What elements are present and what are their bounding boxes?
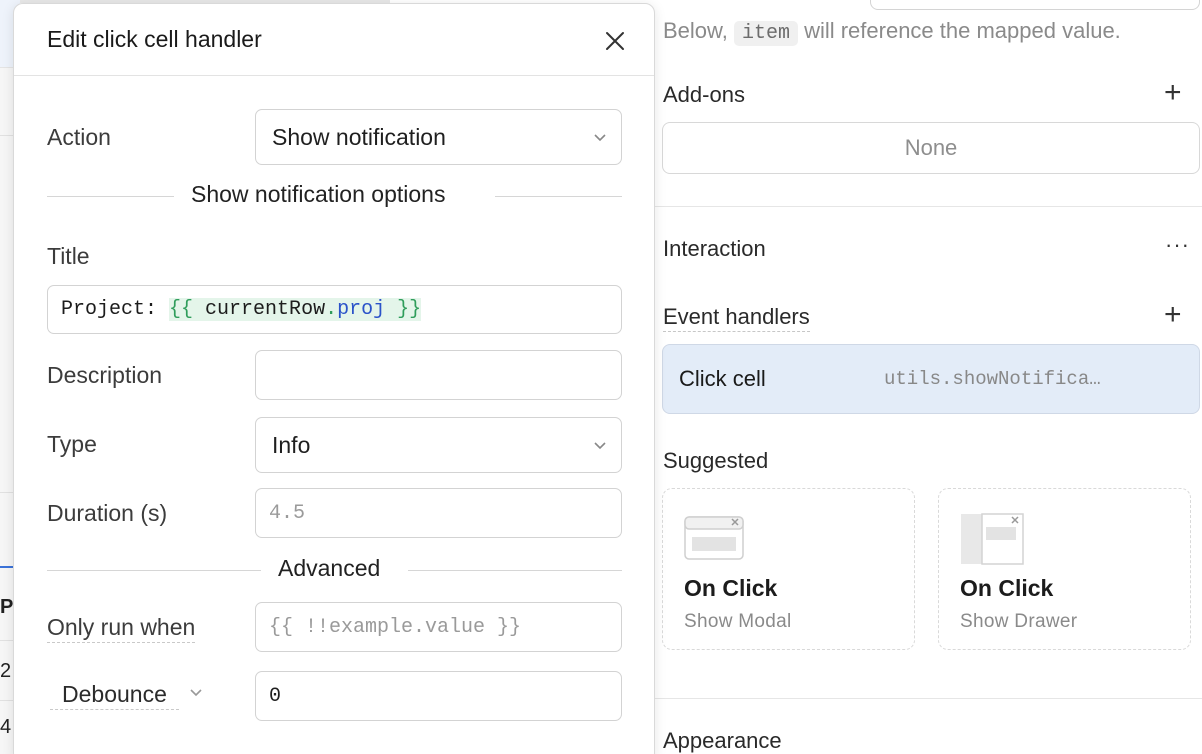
expr-property: proj [337, 298, 386, 321]
title-input-value: Project: {{ currentRow.proj }} [61, 298, 422, 321]
canvas-selection-marker [0, 566, 14, 568]
duration-input[interactable]: 4.5 [255, 488, 622, 538]
description-input[interactable] [255, 350, 622, 400]
hint-text: Below, [663, 18, 734, 43]
add-addon-plus-icon[interactable]: + [1164, 78, 1182, 108]
expr-dot: . [325, 298, 338, 321]
divider-line [408, 570, 622, 571]
only-run-when-placeholder: {{ !!example.value }} [269, 616, 522, 639]
canvas-cell[interactable]: 4 [0, 716, 14, 739]
notification-options-heading: Show notification options [191, 181, 446, 207]
hint-text: will reference the mapped value. [797, 18, 1121, 43]
suggested-card-title: On Click [684, 575, 778, 601]
addons-title: Add-ons [663, 82, 745, 107]
close-icon[interactable] [602, 28, 628, 54]
suggested-card-subtitle: Show Drawer [960, 611, 1078, 632]
canvas-header-cell: P [0, 596, 14, 618]
inspector-panel: Below, item will reference the mapped va… [655, 0, 1202, 754]
event-handlers-title: Event handlers [663, 304, 810, 332]
advanced-heading: Advanced [278, 555, 381, 581]
notification-options-divider: Show notification options [47, 181, 622, 211]
action-label: Action [47, 124, 111, 150]
debounce-label: Debounce [50, 681, 179, 710]
suggested-card-title: On Click [960, 575, 1054, 601]
mapped-value-field[interactable] [870, 0, 1200, 10]
handler-event-name: Click cell [679, 366, 766, 391]
modal-header: Edit click cell handler [14, 4, 654, 76]
suggested-card-modal[interactable]: On Click Show Modal [662, 488, 915, 650]
section-divider [655, 698, 1202, 699]
chevron-down-icon [594, 442, 606, 450]
expr-identifier: currentRow [205, 298, 326, 321]
title-text-prefix: Project: [61, 298, 170, 321]
duration-label: Duration (s) [47, 500, 168, 526]
hint-code: item [733, 21, 798, 46]
title-input[interactable]: Project: {{ currentRow.proj }} [47, 285, 622, 334]
type-select-value: Info [272, 432, 311, 458]
event-handlers-label: Event handlers [663, 304, 810, 332]
canvas-cell[interactable]: 2 [0, 660, 14, 683]
mapped-value-hint: Below, item will reference the mapped va… [663, 18, 1121, 46]
only-run-when-label: Only run when [47, 614, 196, 643]
type-select[interactable]: Info [255, 417, 622, 473]
modal-title: Edit click cell handler [47, 26, 262, 52]
interaction-title: Interaction [663, 236, 766, 261]
type-label: Type [47, 431, 97, 457]
add-event-handler-plus-icon[interactable]: + [1164, 300, 1182, 330]
event-handler-row[interactable]: Click cell utils.showNotifica… [662, 344, 1200, 414]
expr-brace-close: }} [385, 298, 422, 321]
advanced-divider: Advanced [47, 555, 622, 585]
chevron-down-icon [190, 689, 202, 697]
action-select-value: Show notification [272, 124, 446, 150]
more-options-icon[interactable]: ··· [1165, 232, 1190, 258]
duration-placeholder: 4.5 [269, 502, 306, 525]
addons-empty-box[interactable]: None [662, 122, 1200, 174]
handler-action-code: utils.showNotifica… [884, 368, 1101, 390]
title-label: Title [47, 243, 90, 269]
expr-brace-open: {{ [169, 298, 206, 321]
debounce-input[interactable]: 0 [255, 671, 622, 721]
debounce-value: 0 [269, 685, 282, 708]
suggested-card-subtitle: Show Modal [684, 611, 792, 632]
appearance-title: Appearance [663, 728, 782, 753]
modal-illustration-icon [684, 516, 744, 560]
divider-line [47, 570, 261, 571]
only-run-when-input[interactable]: {{ !!example.value }} [255, 602, 622, 652]
action-select[interactable]: Show notification [255, 109, 622, 165]
chevron-down-icon [594, 134, 606, 142]
suggested-title: Suggested [663, 448, 769, 473]
divider-line [495, 196, 622, 197]
debounce-dropdown[interactable]: Debounce [50, 681, 202, 710]
divider-line [47, 196, 174, 197]
description-label: Description [47, 362, 163, 388]
drawer-illustration-icon [961, 513, 1024, 565]
section-divider [655, 206, 1202, 207]
edit-handler-modal: Edit click cell handler Action Show noti… [13, 3, 655, 754]
only-run-when-text: Only run when [47, 614, 196, 643]
suggested-card-drawer[interactable]: On Click Show Drawer [938, 488, 1191, 650]
title-template-expression: {{ currentRow.proj }} [169, 298, 422, 321]
